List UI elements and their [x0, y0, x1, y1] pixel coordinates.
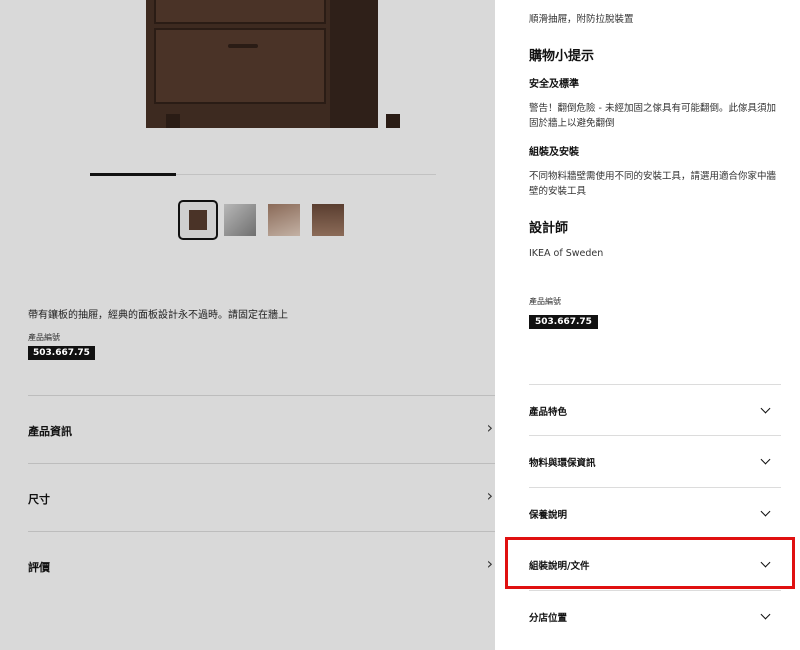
- safety-heading: 安全及標準: [529, 79, 579, 90]
- accordion-reviews[interactable]: 評價 ›: [28, 531, 495, 600]
- thumbnail-2[interactable]: [224, 204, 256, 236]
- chevron-down-icon: [760, 454, 771, 465]
- chevron-right-icon: ›: [486, 554, 493, 573]
- product-code-badge: 503.667.75: [28, 346, 95, 360]
- safety-text: 警告！翻倒危險 - 未經加固之傢具有可能翻倒。此傢具須加固於牆上以避免翻倒: [529, 103, 776, 129]
- chevron-right-icon: ›: [486, 418, 493, 437]
- accordion-product-info[interactable]: 產品資訊 ›: [28, 395, 495, 464]
- drawer-handle: [228, 44, 258, 48]
- accordion-product-features[interactable]: 產品特色: [529, 384, 781, 436]
- dresser-side: [330, 0, 378, 128]
- chevron-down-icon: [760, 403, 771, 414]
- product-code-badge: 503.667.75: [529, 315, 598, 329]
- accordion-label: 分店位置: [529, 613, 568, 624]
- thumbnail-3[interactable]: [268, 204, 300, 236]
- feature-text: 順滑抽屜，附防拉脫裝置: [529, 14, 634, 25]
- accordion-label: 組裝說明/文件: [529, 561, 590, 572]
- product-code-label: 產品編號: [529, 297, 561, 306]
- accordion-label: 尺寸: [28, 493, 50, 506]
- chevron-down-icon: [760, 609, 771, 620]
- chevron-down-icon: [760, 506, 771, 517]
- accordion-dimensions[interactable]: 尺寸 ›: [28, 463, 495, 532]
- product-page-background: 帶有鑲板的抽屜，經典的面板設計永不過時。請固定在牆上 產品編號 503.667.…: [0, 0, 495, 650]
- accordion-assembly-documents[interactable]: 組裝說明/文件: [529, 538, 781, 590]
- chevron-down-icon: [760, 557, 771, 568]
- product-image: [146, 0, 400, 128]
- assembly-heading: 組裝及安裝: [529, 147, 579, 158]
- dresser-foot: [386, 114, 400, 128]
- accordion-store-location[interactable]: 分店位置: [529, 590, 781, 642]
- product-description: 帶有鑲板的抽屜，經典的面板設計永不過時。請固定在牆上: [28, 310, 288, 321]
- designer-heading: 設計師: [529, 221, 569, 236]
- accordion-label: 評價: [28, 561, 50, 574]
- designer-name: IKEA of Sweden: [529, 248, 604, 259]
- accordion-label: 保養說明: [529, 510, 568, 521]
- accordion-label: 產品資訊: [28, 425, 72, 438]
- carousel-scrollbar-thumb[interactable]: [90, 173, 176, 176]
- drawer-bottom: [154, 28, 326, 104]
- accordion-materials-environment[interactable]: 物料與環保資訊: [529, 435, 781, 487]
- accordion-care-instructions[interactable]: 保養說明: [529, 487, 781, 539]
- accordion-label: 產品特色: [529, 407, 568, 418]
- shopping-tips-heading: 購物小提示: [529, 49, 595, 64]
- chevron-right-icon: ›: [486, 486, 493, 505]
- accordion-label: 物料與環保資訊: [529, 458, 596, 469]
- assembly-text: 不同物料牆壁需使用不同的安裝工具，請選用適合你家中牆壁的安裝工具: [529, 171, 777, 197]
- thumbnail-4[interactable]: [312, 204, 344, 236]
- dresser-foot: [166, 114, 180, 128]
- product-code-label: 產品編號: [28, 333, 60, 342]
- thumbnail-1-selected[interactable]: [178, 200, 218, 240]
- drawer-top: [154, 0, 326, 24]
- product-info-panel: 順滑抽屜，附防拉脫裝置 購物小提示 安全及標準 警告！翻倒危險 - 未經加固之傢…: [495, 0, 800, 650]
